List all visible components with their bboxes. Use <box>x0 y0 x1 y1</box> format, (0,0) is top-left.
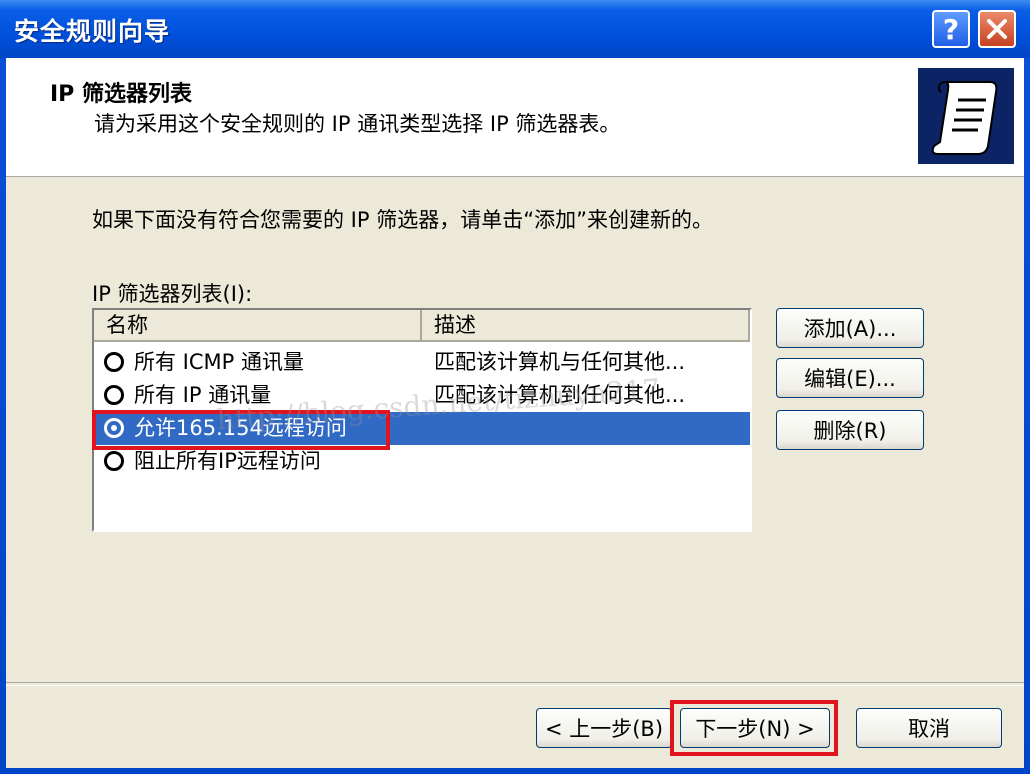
back-button[interactable]: < 上一步(B) <box>536 708 672 748</box>
edit-button[interactable]: 编辑(E)... <box>776 358 924 398</box>
delete-button[interactable]: 删除(R) <box>776 410 924 450</box>
radio-button[interactable] <box>104 352 124 372</box>
filter-name: 所有 ICMP 通讯量 <box>134 350 304 374</box>
column-header-name[interactable]: 名称 <box>94 310 422 342</box>
cancel-button[interactable]: 取消 <box>856 708 1002 748</box>
page-subtitle: 请为采用这个安全规则的 IP 通讯类型选择 IP 筛选器表。 <box>94 112 621 136</box>
page-title: IP 筛选器列表 <box>50 82 192 107</box>
window-title: 安全规则向导 <box>14 17 171 46</box>
add-button[interactable]: 添加(A)... <box>776 308 924 348</box>
next-button-highlight-box <box>670 700 838 756</box>
scroll-document-icon <box>918 68 1014 164</box>
close-icon <box>987 19 1007 39</box>
wizard-window: 安全规则向导 ? IP 筛选器列表 请为采用这个安全规则的 IP 通讯类型选择 … <box>0 0 1030 774</box>
title-bar[interactable]: 安全规则向导 ? <box>0 0 1030 58</box>
intro-text: 如果下面没有符合您需要的 IP 筛选器，请单击“添加”来创建新的。 <box>92 208 713 232</box>
list-header: 名称 描述 <box>94 310 750 342</box>
dialog-client: IP 筛选器列表 请为采用这个安全规则的 IP 通讯类型选择 IP 筛选器表。 … <box>6 58 1024 768</box>
close-button[interactable] <box>978 10 1016 48</box>
help-button[interactable]: ? <box>932 10 970 48</box>
filter-list-label: IP 筛选器列表(I): <box>92 282 253 306</box>
radio-button[interactable] <box>104 451 124 471</box>
column-header-description[interactable]: 描述 <box>422 310 750 342</box>
wizard-header: IP 筛选器列表 请为采用这个安全规则的 IP 通讯类型选择 IP 筛选器表。 <box>6 58 1024 177</box>
footer-divider <box>6 682 1024 686</box>
radio-button[interactable] <box>104 385 124 405</box>
